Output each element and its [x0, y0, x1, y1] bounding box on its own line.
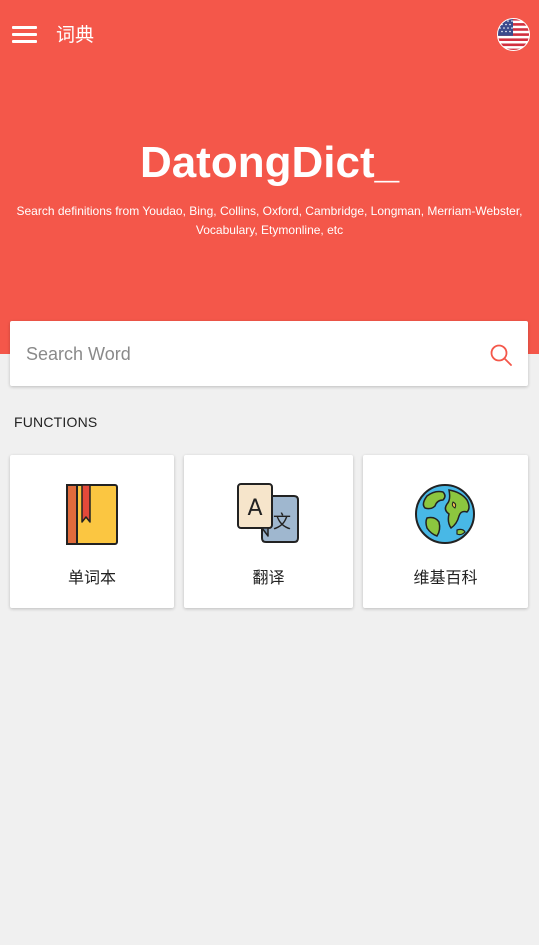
function-label-notebook: 单词本 [67, 568, 116, 587]
search-input[interactable] [26, 339, 466, 369]
search-icon[interactable] [489, 343, 513, 367]
function-card-notebook[interactable]: 单词本 [10, 455, 174, 608]
functions-section-title: FUNCTIONS [14, 414, 98, 430]
brand-tagline: Search definitions from Youdao, Bing, Co… [0, 202, 539, 240]
search-card [10, 321, 528, 386]
globe-icon [415, 484, 475, 544]
function-card-translate[interactable]: A 文 翻译 [184, 455, 353, 608]
tagline-line-1: Search definitions from Youdao, Bing, Co… [16, 204, 523, 218]
tagline-line-2: Vocabulary, Etymonline, etc [195, 223, 344, 237]
brand-title: DatongDict_ [139, 138, 400, 187]
translate-icon: A 文 [237, 483, 299, 543]
svg-text:A: A [247, 496, 262, 521]
function-label-wikipedia: 维基百科 [413, 568, 478, 587]
notebook-icon [66, 484, 118, 545]
function-card-wikipedia[interactable]: 维基百科 [363, 455, 528, 608]
function-label-translate: 翻译 [252, 568, 285, 587]
app-title: 词典 [56, 24, 95, 46]
svg-text:文: 文 [273, 512, 291, 533]
us-flag-icon[interactable] [497, 18, 530, 51]
top-app-bar: 词典 [0, 0, 539, 70]
hamburger-menu-icon[interactable] [12, 26, 38, 46]
